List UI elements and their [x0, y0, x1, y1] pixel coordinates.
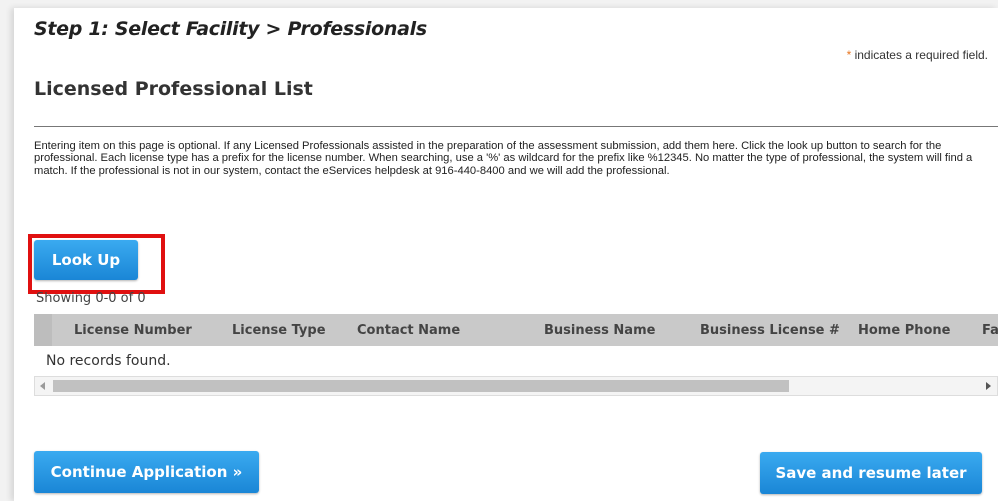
scroll-left-icon[interactable] [40, 382, 45, 390]
showing-count: Showing 0-0 of 0 [36, 291, 146, 306]
grid-body: No records found. [34, 346, 998, 377]
grid-header-corner [34, 314, 52, 346]
horizontal-scrollbar[interactable] [34, 376, 998, 396]
continue-application-button[interactable]: Continue Application » [34, 451, 259, 493]
column-contact-name[interactable]: Contact Name [357, 323, 460, 338]
scroll-right-icon[interactable] [986, 382, 991, 390]
step-title: Step 1: Select Facility > Professionals [34, 18, 427, 40]
instructions-text: Entering item on this page is optional. … [34, 140, 973, 177]
column-license-number[interactable]: License Number [74, 323, 192, 338]
no-records-message: No records found. [46, 353, 171, 369]
column-license-type[interactable]: License Type [232, 323, 326, 338]
column-home-phone[interactable]: Home Phone [858, 323, 951, 338]
required-note-text: indicates a required field. [851, 48, 988, 62]
professionals-grid: License Number License Type Contact Name… [34, 314, 998, 410]
page-container: Step 1: Select Facility > Professionals … [14, 8, 998, 501]
grid-header: License Number License Type Contact Name… [34, 314, 998, 346]
required-field-note: * indicates a required field. [847, 48, 988, 62]
column-business-license[interactable]: Business License # [700, 323, 840, 338]
column-fax[interactable]: Fa [982, 323, 998, 338]
column-business-name[interactable]: Business Name [544, 323, 655, 338]
look-up-button[interactable]: Look Up [34, 240, 138, 280]
scrollbar-thumb[interactable] [53, 380, 789, 392]
section-title: Licensed Professional List [34, 78, 313, 100]
save-and-resume-later-button[interactable]: Save and resume later [760, 452, 982, 494]
divider [34, 126, 998, 127]
